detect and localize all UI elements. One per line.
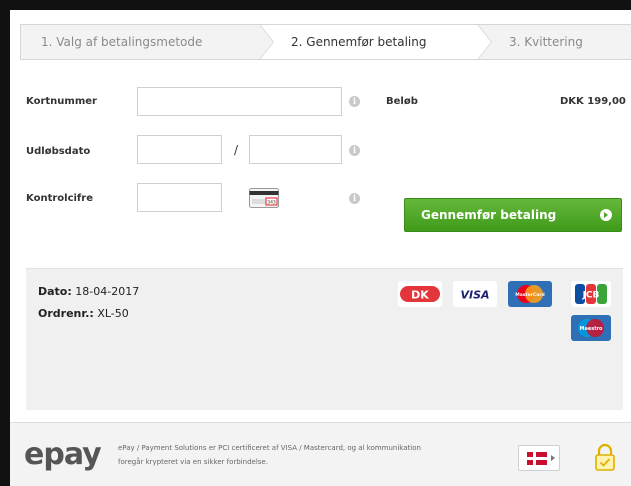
- amount-label: Beløb: [386, 96, 418, 107]
- amount-value: DKK 199,00: [560, 96, 626, 107]
- order-number: Ordrenr.: XL-50: [38, 307, 129, 320]
- visa-logo: VISA: [453, 281, 497, 307]
- svg-text:MasterCard: MasterCard: [515, 292, 544, 298]
- card-number-info-icon[interactable]: i: [349, 96, 360, 107]
- expiry-year-input[interactable]: [249, 135, 342, 164]
- svg-text:Maestro: Maestro: [579, 326, 603, 332]
- payment-window: 1. Valg af betalingsmetode 2. Gennemfør …: [10, 10, 631, 486]
- order-date: Dato: 18-04-2017: [38, 285, 140, 298]
- language-selector[interactable]: [518, 445, 560, 471]
- cvc-info-icon[interactable]: i: [349, 193, 360, 204]
- step-complete-payment: 2. Gennemfør betaling: [291, 35, 427, 49]
- mastercard-logo: MasterCard: [508, 281, 552, 307]
- cvc-input[interactable]: [137, 183, 222, 212]
- expiry-info-icon[interactable]: i: [349, 145, 360, 156]
- expiry-month-input[interactable]: [137, 135, 222, 164]
- lock-icon: [595, 443, 615, 471]
- arrow-right-icon: [600, 209, 612, 221]
- expiry-label: Udløbsdato: [26, 146, 91, 157]
- svg-text:VISA: VISA: [460, 289, 489, 302]
- jcb-logo: JCB: [571, 281, 611, 307]
- cvc-card-icon: 343: [249, 188, 279, 208]
- complete-payment-label: Gennemfør betaling: [421, 208, 557, 222]
- footer: epay ePay / Payment Solutions er PCI cer…: [10, 422, 631, 486]
- card-number-label: Kortnummer: [26, 96, 97, 107]
- cvc-label: Kontrolcifre: [26, 193, 93, 204]
- svg-text:DK: DK: [411, 289, 429, 302]
- checkout-steps: 1. Valg af betalingsmetode 2. Gennemfør …: [20, 24, 631, 60]
- maestro-logo: Maestro: [571, 315, 611, 341]
- danish-flag-icon: [527, 452, 547, 465]
- dankort-logo: DK: [398, 281, 442, 307]
- order-info-panel: Dato: 18-04-2017 Ordrenr.: XL-50 DK VISA…: [26, 268, 623, 410]
- security-notice: ePay / Payment Solutions er PCI certific…: [118, 444, 421, 466]
- expiry-separator: /: [234, 143, 239, 157]
- complete-payment-button[interactable]: Gennemfør betaling: [404, 198, 622, 232]
- step-payment-method[interactable]: 1. Valg af betalingsmetode: [41, 25, 202, 59]
- cvc-card-digits: 343: [267, 200, 276, 206]
- card-number-input[interactable]: [137, 87, 342, 116]
- epay-logo: epay: [24, 437, 102, 472]
- svg-text:JCB: JCB: [582, 291, 600, 301]
- step-receipt: 3. Kvittering: [509, 35, 583, 49]
- chevron-right-icon: [551, 455, 555, 461]
